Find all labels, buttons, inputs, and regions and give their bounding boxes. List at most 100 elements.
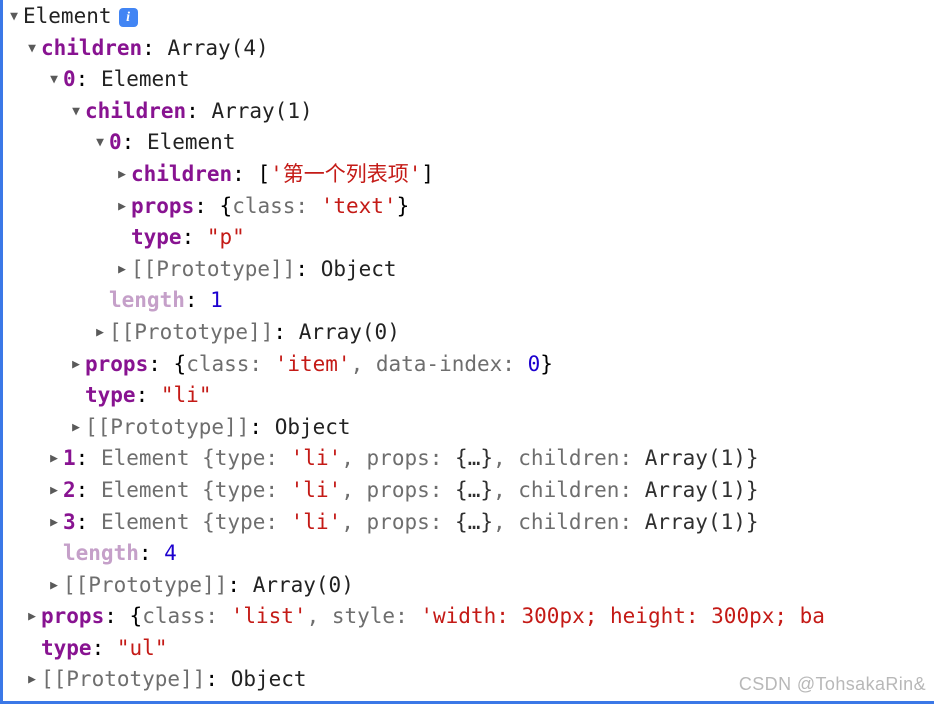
property-value: Element {type: 'li', props: {…}, childre… (101, 478, 759, 502)
value-token: [ (257, 161, 271, 186)
key-value-separator: : (75, 477, 89, 502)
tree-row[interactable]: type: "p" (3, 222, 934, 254)
disclosure-triangle-collapsed-icon[interactable] (47, 443, 61, 475)
value-token: Array(1)} (644, 477, 759, 502)
value-token: {…} (455, 477, 493, 502)
tree-row[interactable]: [[Prototype]]: Object (3, 412, 934, 444)
disclosure-triangle-collapsed-icon[interactable] (115, 159, 129, 191)
value-token: : (395, 604, 421, 629)
key-value-separator: : (249, 414, 263, 439)
tree-row[interactable]: children: Array(4) (3, 33, 934, 65)
disclosure-triangle-expanded-icon[interactable] (93, 127, 107, 159)
tree-row[interactable]: props: {class: 'item', data-index: 0} (3, 349, 934, 381)
disclosure-triangle-expanded-icon[interactable] (69, 96, 83, 128)
tree-row[interactable]: 3: Element {type: 'li', props: {…}, chil… (3, 507, 934, 539)
property-key: props (85, 351, 149, 376)
property-value: ['第一个列表项'] (257, 162, 434, 186)
info-icon[interactable]: i (118, 8, 138, 27)
value-token: } (396, 193, 410, 218)
tree-row[interactable]: children: Array(1) (3, 96, 934, 128)
value-token: 0 (527, 351, 541, 376)
value-token: : (265, 509, 291, 534)
property-value: Element (146, 130, 236, 155)
key-value-separator: : (232, 161, 245, 186)
disclosure-triangle-collapsed-icon[interactable] (47, 570, 61, 602)
tree-row[interactable]: 1: Element {type: 'li', props: {…}, chil… (3, 443, 934, 475)
disclosure-triangle-collapsed-icon[interactable] (93, 317, 107, 349)
value-token: , (341, 477, 367, 502)
property-value: "ul" (116, 635, 168, 660)
disclosure-triangle-collapsed-icon[interactable] (69, 412, 83, 444)
disclosure-triangle-expanded-icon[interactable] (25, 33, 39, 65)
tree-row[interactable]: length: 4 (3, 538, 934, 570)
property-value: {class: 'text'} (220, 194, 410, 218)
tree-row[interactable]: 2: Element {type: 'li', props: {…}, chil… (3, 475, 934, 507)
tree-row[interactable]: Element i (3, 1, 934, 33)
devtools-console-panel: Elementichildren: Array(4)0: Elementchil… (0, 0, 934, 704)
disclosure-triangle-expanded-icon[interactable] (47, 64, 61, 96)
property-value: Array(0) (252, 572, 354, 597)
value-token: props (366, 477, 430, 502)
disclosure-triangle-expanded-icon[interactable] (7, 1, 21, 33)
key-value-separator: : (135, 383, 149, 408)
property-key: props (41, 604, 105, 629)
value-token: { (202, 446, 215, 471)
property-key: children (85, 98, 187, 123)
value-token: : (429, 509, 456, 534)
key-value-separator: : (186, 98, 199, 123)
value-token: props (366, 509, 430, 534)
property-key: type (41, 635, 92, 660)
value-token: 'li' (290, 477, 342, 502)
key-value-separator: : (138, 541, 152, 566)
property-value: {class: 'list', style: 'width: 300px; he… (130, 604, 825, 628)
tree-row[interactable]: children: ['第一个列表项'] (3, 159, 934, 191)
disclosure-triangle-collapsed-icon[interactable] (69, 349, 83, 381)
key-value-separator: : (227, 572, 241, 597)
tree-row[interactable]: 0: Element (3, 127, 934, 159)
tree-row[interactable]: type: "ul" (3, 633, 934, 665)
property-key: [[Prototype]] (63, 572, 228, 597)
value-token: Array(1)} (644, 509, 759, 534)
key-value-separator: : (75, 67, 89, 92)
disclosure-triangle-collapsed-icon[interactable] (115, 254, 129, 286)
value-token: 'list' (230, 604, 307, 629)
tree-row[interactable]: [[Prototype]]: Array(0) (3, 570, 934, 602)
tree-row[interactable]: [[Prototype]]: Object (3, 254, 934, 286)
disclosure-triangle-collapsed-icon[interactable] (47, 475, 61, 507)
property-key: length (63, 541, 139, 566)
value-token: , (492, 477, 519, 502)
tree-row[interactable]: props: {class: 'text'} (3, 191, 934, 223)
tree-row[interactable]: [[Prototype]]: Array(0) (3, 317, 934, 349)
key-value-separator: : (295, 256, 309, 281)
disclosure-triangle-collapsed-icon[interactable] (25, 601, 39, 633)
property-value: Object (320, 256, 397, 281)
disclosure-triangle-collapsed-icon[interactable] (25, 664, 39, 696)
value-token: type (214, 509, 266, 534)
property-key: 3 (63, 509, 76, 534)
value-token: {…} (455, 446, 493, 471)
value-token: , (350, 351, 376, 376)
tree-row[interactable]: length: 1 (3, 285, 934, 317)
key-value-separator: : (91, 635, 105, 660)
key-value-separator: : (205, 667, 219, 692)
tree-row[interactable]: type: "li" (3, 380, 934, 412)
value-token: 'text' (320, 193, 397, 218)
property-key: 1 (63, 446, 76, 471)
disclosure-triangle-collapsed-icon[interactable] (115, 191, 129, 223)
tree-row[interactable]: props: {class: 'list', style: 'width: 30… (3, 601, 934, 633)
tree-row[interactable]: 0: Element (3, 64, 934, 96)
value-token: class (232, 193, 296, 218)
value-token: : (429, 446, 456, 471)
value-token: : (249, 351, 275, 376)
property-key: length (109, 288, 185, 313)
disclosure-triangle-collapsed-icon[interactable] (47, 507, 61, 539)
property-value: Element (100, 67, 190, 92)
